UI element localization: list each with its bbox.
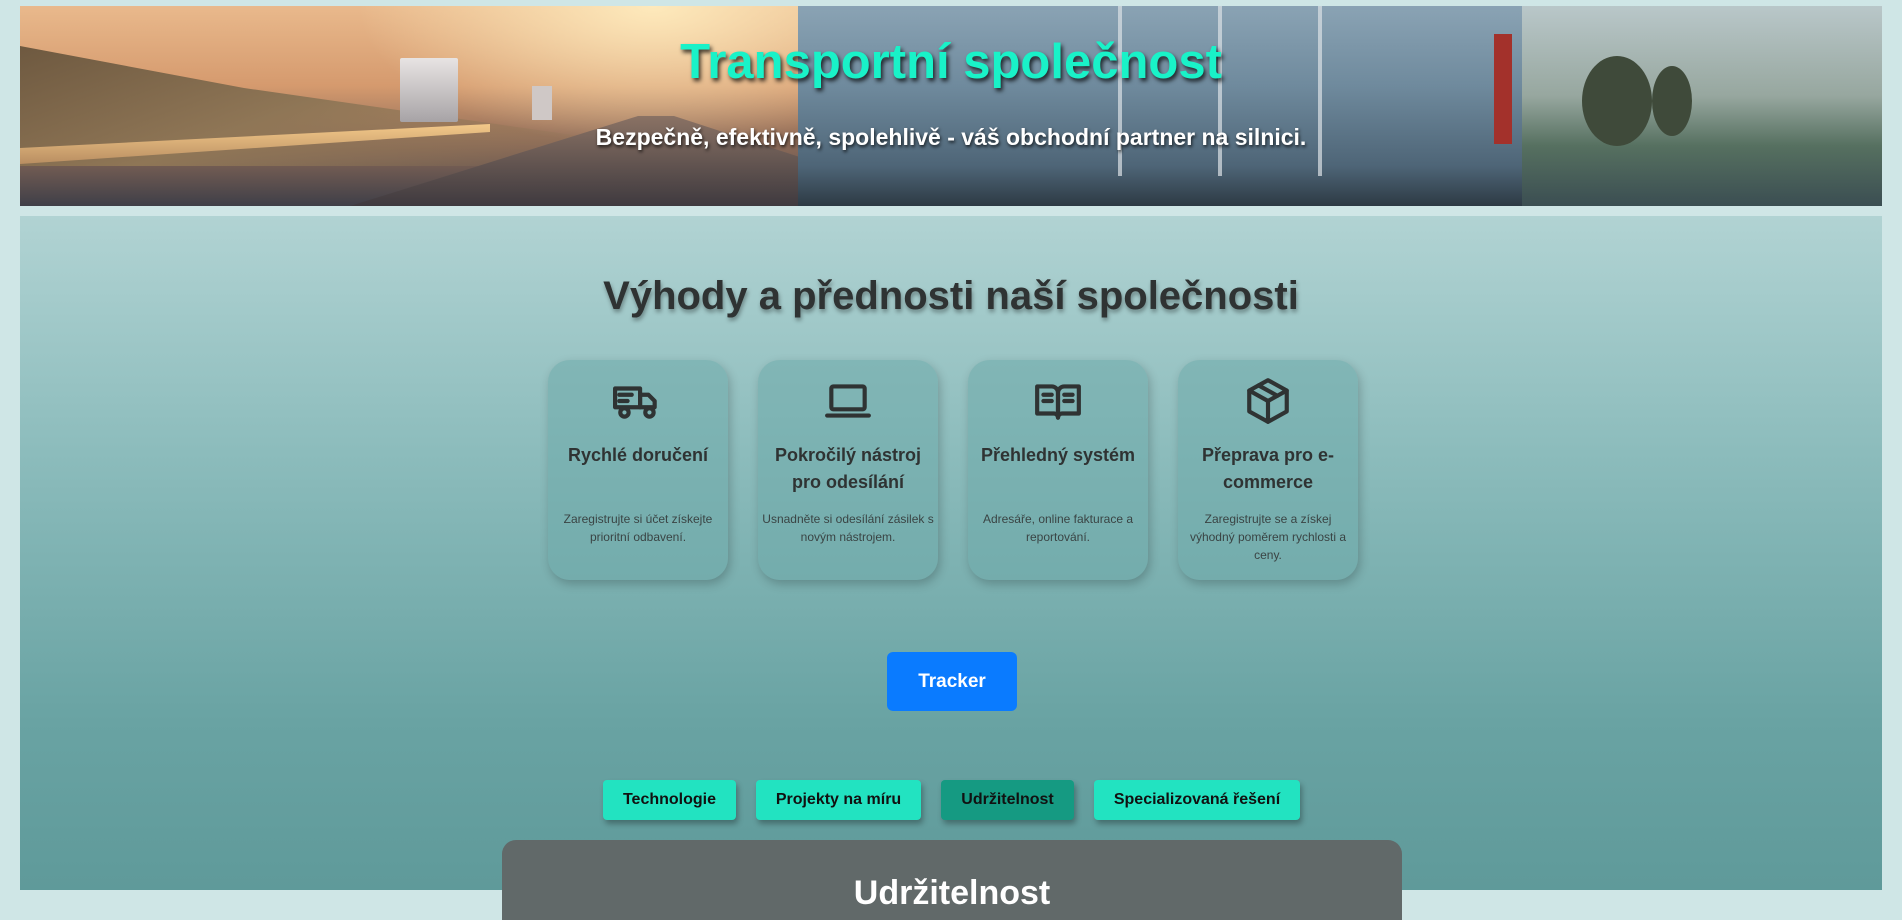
package-icon [1243,376,1293,426]
hero-far-truck [532,86,552,120]
panel-title: Udržitelnost [853,874,1051,912]
benefit-title: Přehledný systém [980,445,1136,465]
benefit-card-sending-tool: Pokročilý nástroj pro odesílání Usnadnět… [758,360,938,580]
hero-banner: Transportní společnost Bezpečně, efektiv… [20,6,1882,206]
benefit-title: Přeprava pro e-commerce [1201,445,1335,492]
benefit-title: Pokročilý nástroj pro odesílání [774,445,922,492]
benefit-card-fast-delivery: Rychlé doručení Zaregistrujte si účet zí… [548,360,728,580]
main-section: Výhody a přednosti naší společnosti Rych… [20,216,1882,920]
tab-udrzitelnost[interactable]: Udržitelnost [941,780,1074,820]
benefits-heading: Výhody a přednosti naší společnosti [603,274,1299,318]
benefit-card-clear-system: Přehledný systém Adresáře, online faktur… [968,360,1148,580]
hero-subtitle: Bezpečně, efektivně, spolehlivě - váš ob… [595,124,1307,150]
page: Transportní společnost Bezpečně, efektiv… [0,0,1902,920]
benefit-card-ecommerce: Přeprava pro e-commerce Zaregistrujte se… [1178,360,1358,580]
benefit-title: Rychlé doručení [567,445,709,465]
hero-title: Transportní společnost [680,35,1222,89]
book-icon [1033,376,1083,426]
tab-projekty-na-miru[interactable]: Projekty na míru [756,780,921,820]
benefit-description: Usnadněte si odesílání zásilek s novým n… [762,512,934,544]
truck-icon [613,376,663,426]
laptop-icon [823,376,873,426]
tab-content-panel: Udržitelnost [502,840,1402,920]
benefit-description: Zaregistrujte se a získej výhodný poměre… [1189,512,1347,562]
topic-tabs: Technologie Projekty na míru Udržitelnos… [20,780,1882,822]
tracker-button[interactable]: Tracker [887,652,1017,711]
tab-specializovana-reseni[interactable]: Specializovaná řešení [1094,780,1300,820]
benefits-grid: Rychlé doručení Zaregistrujte si účet zí… [548,360,1378,582]
tab-technologie[interactable]: Technologie [603,780,736,820]
benefit-description: Adresáře, online fakturace a reportování… [982,512,1134,544]
benefit-description: Zaregistrujte si účet získejte prioritní… [563,512,713,544]
